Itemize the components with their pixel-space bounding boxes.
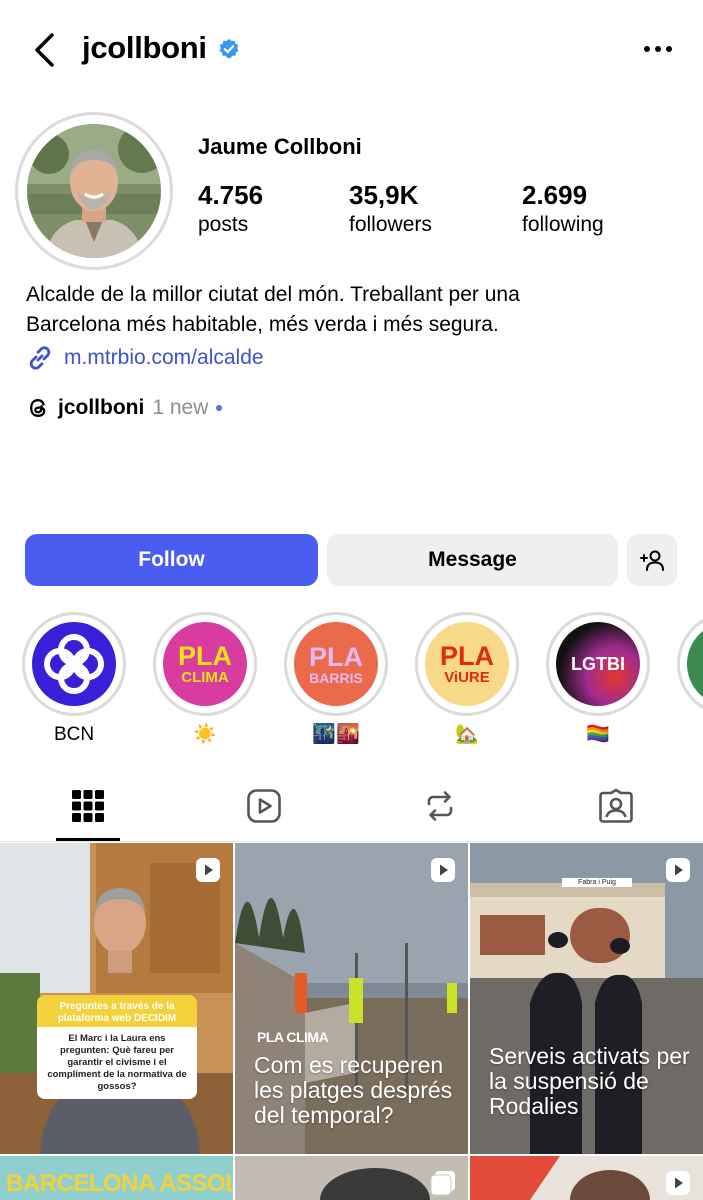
post-caption: Serveis activats per la suspensió de Rod… [489,1043,690,1119]
active-tab-indicator [56,838,120,841]
post-tile[interactable]: BARCELONA ASSOLEIX [0,1156,233,1200]
followers-value: 35,9K [349,180,419,210]
highlight-label: ☀️ [193,724,217,745]
posts-value: 4.756 [198,180,264,210]
post-tag: PLA CLIMA [257,1029,329,1045]
post-tile[interactable]: Fabra i Puig Serveis activats per la sus… [470,843,703,1154]
highlight-cover-top: LGTBI [571,654,625,674]
highlight-pla-clima[interactable]: PLA CLIMA ☀️ [153,612,257,748]
followers-count[interactable]: 35,9K followers [349,180,432,240]
following-count[interactable]: 2.699 following [522,180,604,240]
threads-new-dot [216,405,223,411]
highlight-label: 🏡 [455,724,479,745]
threads-username: jcollboni [58,396,145,419]
posts-label: posts [198,213,249,236]
profile-tabs [0,770,703,842]
bio-link[interactable]: m.mtrbio.com/alcalde [26,342,264,374]
highlight-ring: LGTBI [546,612,650,716]
threads-logo-icon [30,399,46,417]
highlight-cover-top: PLA [178,641,232,671]
highlight-ring [677,612,703,716]
bio-line-2: Barcelona més habitable, més verda i més… [26,313,499,336]
threads-badge[interactable]: jcollboni 1 new [26,392,223,424]
profile-username: jcollboni [82,30,207,65]
highlight-ring [22,612,126,716]
following-label: following [522,213,604,236]
repost-icon [427,791,453,821]
highlight-cover-bottom: CLIMA [181,669,229,686]
profile-avatar[interactable] [15,112,173,270]
message-button[interactable]: Message [327,534,618,586]
highlight-cover: LGTBI [556,622,640,706]
post-question-body: El Marc i la Laura ens pregunten: Què fa… [37,1027,197,1099]
post-question-title: Preguntes a través de la plataforma web … [37,995,197,1031]
link-icon [29,346,51,370]
add-person-icon [640,550,664,571]
highlight-cover: PLA BARRIS [294,622,378,706]
highlight-ring: PLA CLIMA [153,612,257,716]
multi-photo-icon [430,1171,455,1196]
post-tile[interactable] [235,1156,468,1200]
tab-reels[interactable] [176,770,352,842]
highlight-lgtbi[interactable]: LGTBI 🏳️‍🌈 [546,612,650,748]
profile-bio: Alcalde de la millor ciutat del món. Tre… [26,280,686,340]
more-options-icon[interactable] [640,36,676,62]
post-tile[interactable]: Preguntes a través de la plataforma web … [0,843,233,1154]
highlight-ring: PLA BARRIS [284,612,388,716]
highlight-label: BCN [53,724,95,745]
bio-line-1: Alcalde de la millor ciutat del món. Tre… [26,283,520,306]
top-bar: jcollboni [0,0,703,100]
highlight-cover [687,622,703,706]
grid-icon [72,790,104,822]
back-arrow-icon[interactable] [30,32,60,68]
followers-label: followers [349,213,432,236]
highlight-label: 🌃🌇 [312,724,360,745]
reel-indicator-icon [431,858,455,882]
threads-new-count: 1 new [152,396,209,419]
posts-count[interactable]: 4.756 posts [198,180,263,240]
tagged-person-icon [599,788,633,823]
bio-link-text: m.mtrbio.com/alcalde [64,346,264,369]
post-tile[interactable]: PLA CLIMA Com es recuperen les platges d… [235,843,468,1154]
highlight-cover-top: PLA [440,641,494,671]
tab-tagged[interactable] [528,770,703,842]
highlight-cover: PLA CLIMA [163,622,247,706]
follow-button[interactable]: Follow [25,534,318,586]
highlight-bcn[interactable]: BCN [22,612,126,748]
tab-posts-grid[interactable] [0,770,176,842]
post-banner: BARCELONA ASSOLEIX [6,1170,233,1197]
following-value: 2.699 [522,180,588,210]
highlight-pla-barris[interactable]: PLA BARRIS 🌃🌇 [284,612,388,748]
post-caption: Com es recuperen les platges després del… [254,1052,453,1128]
verified-badge-icon [219,38,239,59]
tab-reposts[interactable] [352,770,528,842]
suggested-users-button[interactable] [627,534,677,586]
profile-full-name: Jaume Collboni [198,134,362,159]
highlight-label: 🏳️‍🌈 [586,724,610,745]
reel-indicator-icon [666,858,690,882]
reels-icon [247,789,281,823]
highlight-cover-bottom: BARRIS [309,669,363,686]
reel-indicator-icon [666,1171,690,1195]
highlight-ring: PLA ViURE [415,612,519,716]
post-tile[interactable] [470,1156,703,1200]
avatar-photo [27,124,161,258]
highlight-partial[interactable] [677,612,703,716]
highlight-pla-viure[interactable]: PLA ViURE 🏡 [415,612,519,748]
reel-indicator-icon [196,858,220,882]
station-sign: Fabra i Puig [562,878,632,887]
highlight-cover-top: PLA [309,641,363,672]
bcn-logo-icon [32,622,116,706]
highlight-cover: PLA ViURE [425,622,509,706]
highlight-cover-bottom: ViURE [444,669,490,686]
